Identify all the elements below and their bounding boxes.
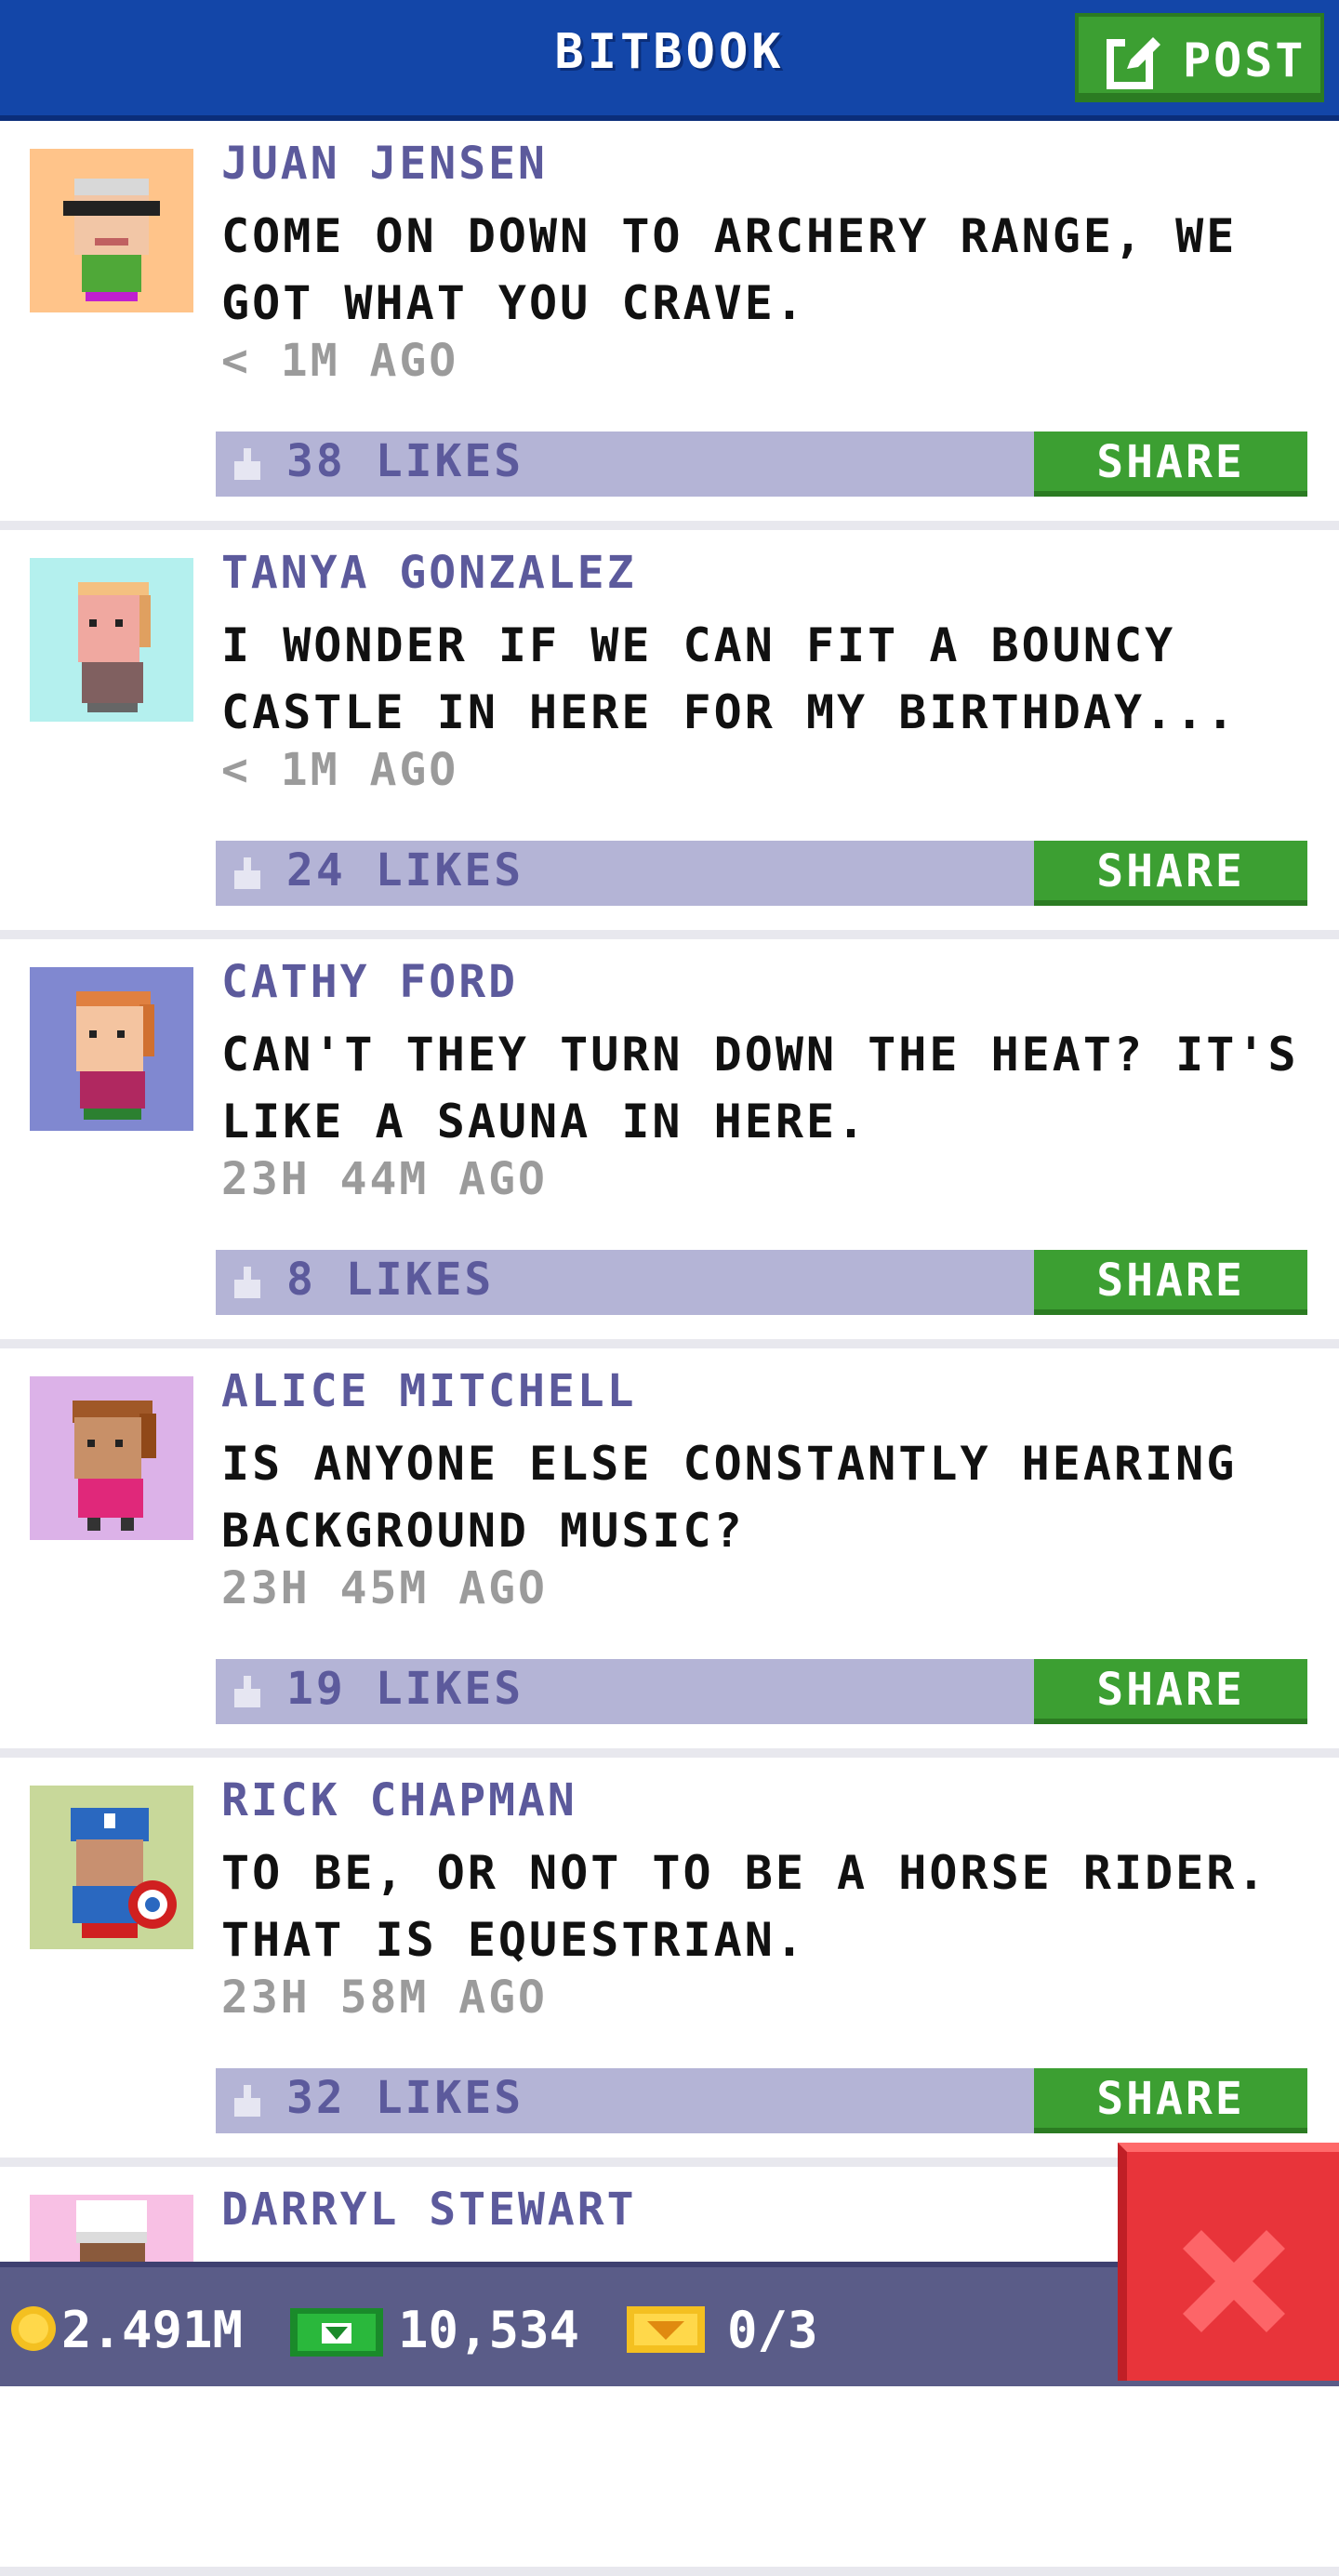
post-author[interactable]: JUAN JENSEN <box>221 138 548 190</box>
likes-bar: 24 LIKES SHARE <box>216 841 1307 906</box>
post-item: JUAN JENSEN COME ON DOWN TO ARCHERY RANG… <box>0 121 1339 530</box>
likes-bar: 19 LIKES SHARE <box>216 1659 1307 1724</box>
avatar[interactable] <box>30 149 193 312</box>
post-message: TO BE, OR NOT TO BE A HORSE RIDER. THAT … <box>221 1846 1268 1967</box>
coins-value: 2.491M <box>61 2301 244 2359</box>
share-button[interactable]: SHARE <box>1034 841 1307 906</box>
close-button[interactable] <box>1118 2143 1339 2381</box>
likes-bar: 32 LIKES SHARE <box>216 2068 1307 2133</box>
post-message: I WONDER IF WE CAN FIT A BOUNCY CASTLE I… <box>221 618 1238 739</box>
thumbs-up-icon[interactable] <box>229 1672 266 1709</box>
share-button[interactable]: SHARE <box>1034 2068 1307 2133</box>
avatar-image <box>30 967 193 1131</box>
tickets-value: 0/3 <box>727 2301 818 2359</box>
likes-count: 38 LIKES <box>286 435 524 487</box>
post-item: ALICE MITCHELL IS ANYONE ELSE CONSTANTLY… <box>0 1348 1339 1758</box>
post-item: TANYA GONZALEZ I WONDER IF WE CAN FIT A … <box>0 530 1339 939</box>
top-bar: BITBOOK POST <box>0 0 1339 121</box>
post-time: < 1M AGO <box>221 744 459 796</box>
post-author[interactable]: DARRYL STEWART <box>221 2184 637 2236</box>
post-time: 23H 45M AGO <box>221 1562 548 1614</box>
share-button[interactable]: SHARE <box>1034 432 1307 497</box>
thumbs-up-icon[interactable] <box>229 1263 266 1300</box>
avatar[interactable] <box>30 967 193 1131</box>
post-time: 23H 44M AGO <box>221 1153 548 1205</box>
post-item: CATHY FORD CAN'T THEY TURN DOWN THE HEAT… <box>0 939 1339 1348</box>
post-author[interactable]: ALICE MITCHELL <box>221 1365 637 1417</box>
avatar[interactable] <box>30 1376 193 1540</box>
coin-icon <box>11 2306 56 2351</box>
thumbs-up-icon[interactable] <box>229 445 266 482</box>
avatar-image <box>30 1786 193 1949</box>
avatar-image <box>30 149 193 312</box>
share-button[interactable]: SHARE <box>1034 1250 1307 1315</box>
post-message: COME ON DOWN TO ARCHERY RANGE, WE GOT WH… <box>221 209 1238 330</box>
likes-count: 24 LIKES <box>286 844 524 896</box>
post-label: POST <box>1183 33 1306 87</box>
avatar[interactable] <box>30 558 193 722</box>
likes-bar: 8 LIKES SHARE <box>216 1250 1307 1315</box>
cash-icon <box>290 2308 383 2357</box>
close-icon <box>1183 2230 1285 2332</box>
ticket-icon <box>627 2306 705 2353</box>
post-message: IS ANYONE ELSE CONSTANTLY HEARING BACKGR… <box>221 1437 1238 1558</box>
thumbs-up-icon[interactable] <box>229 854 266 891</box>
likes-count: 8 LIKES <box>286 1254 495 1306</box>
share-button[interactable]: SHARE <box>1034 1659 1307 1724</box>
edit-icon <box>1107 35 1160 89</box>
post-button[interactable]: POST <box>1075 13 1324 102</box>
post-time: < 1M AGO <box>221 335 459 387</box>
post-message: CAN'T THEY TURN DOWN THE HEAT? IT'S LIKE… <box>221 1028 1299 1149</box>
thumbs-up-icon[interactable] <box>229 2081 266 2118</box>
avatar-image <box>30 558 193 722</box>
likes-bar: 38 LIKES SHARE <box>216 432 1307 497</box>
post-author[interactable]: RICK CHAPMAN <box>221 1774 577 1826</box>
post-time: 23H 58M AGO <box>221 1972 548 2024</box>
likes-count: 32 LIKES <box>286 2072 524 2124</box>
post-author[interactable]: CATHY FORD <box>221 956 518 1008</box>
likes-count: 19 LIKES <box>286 1663 524 1715</box>
post-item: RICK CHAPMAN TO BE, OR NOT TO BE A HORSE… <box>0 1758 1339 2167</box>
bux-value: 10,534 <box>398 2301 580 2359</box>
avatar-image <box>30 1376 193 1540</box>
avatar[interactable] <box>30 1786 193 1949</box>
post-author[interactable]: TANYA GONZALEZ <box>221 547 637 599</box>
